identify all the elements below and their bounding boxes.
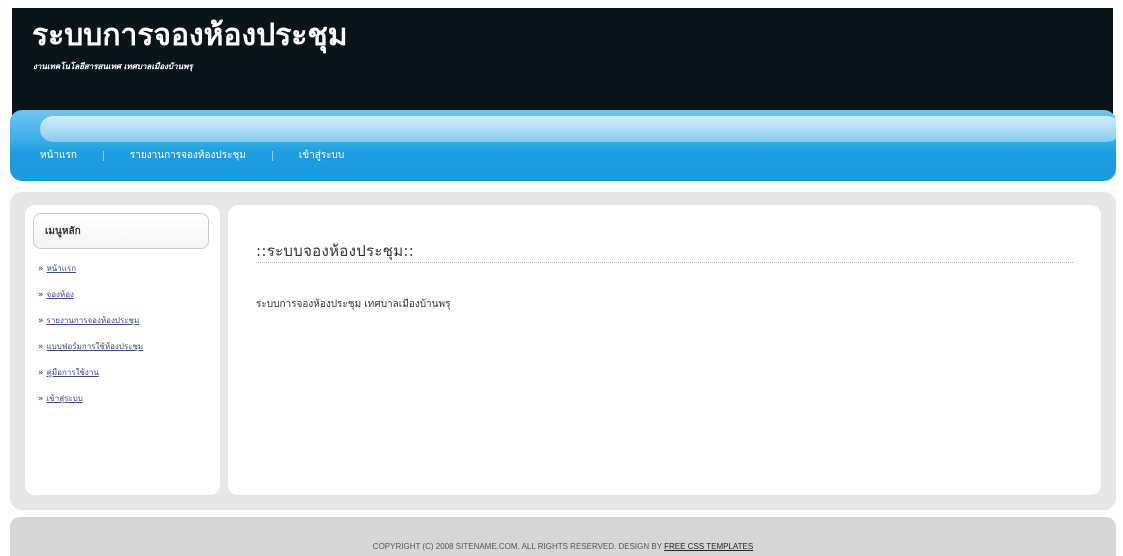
content-panel: ::ระบบจองห้องประชุม:: ระบบการจองห้องประช…	[228, 205, 1101, 495]
site-subtitle: งานเทคโนโลยีสารสนเทศ เทศบาลเมืองบ้านพรุ	[33, 62, 193, 71]
sidebar-heading: เมนูหลัก	[45, 226, 81, 237]
menu-gloss-highlight	[40, 116, 1116, 142]
menu-item-home[interactable]: หน้าแรก	[40, 148, 77, 163]
footer-copyright-text: COPYRIGHT (C) 2008 SITENAME.COM. ALL RIG…	[372, 542, 665, 551]
sidebar-item-login: » เข้าสู่ระบบ	[38, 393, 143, 419]
sidebar: เมนูหลัก » หน้าแรก » จองห้อง » รายงานการจอง…	[25, 205, 220, 495]
sidebar-link-home[interactable]: หน้าแรก	[47, 264, 77, 273]
sidebar-link-book-room[interactable]: จองห้อง	[47, 290, 74, 299]
sidebar-item-user-manual: » คู่มือการใช้งาน	[38, 367, 143, 393]
menu-separator	[271, 150, 273, 161]
title-divider	[256, 262, 1073, 263]
double-chevron-right-icon: »	[38, 290, 44, 300]
footer-copyright: COPYRIGHT (C) 2008 SITENAME.COM. ALL RIG…	[10, 542, 1116, 551]
sidebar-item-home: » หน้าแรก	[38, 263, 143, 289]
sidebar-item-book-room: » จองห้อง	[38, 289, 143, 315]
double-chevron-right-icon: »	[38, 394, 44, 404]
sidebar-link-login[interactable]: เข้าสู่ระบบ	[47, 394, 83, 403]
menu-item-login[interactable]: เข้าสู่ระบบ	[299, 148, 344, 163]
double-chevron-right-icon: »	[38, 342, 44, 352]
double-chevron-right-icon: »	[38, 368, 44, 378]
sidebar-item-room-form: » แบบฟอร์มการใช้ห้องประชุม	[38, 341, 143, 367]
sidebar-heading-box: เมนูหลัก	[33, 213, 209, 249]
sidebar-menu-list: » หน้าแรก » จองห้อง » รายงานการจองห้องประชุ…	[38, 263, 143, 419]
double-chevron-right-icon: »	[38, 264, 44, 274]
sidebar-link-booking-report[interactable]: รายงานการจองห้องประชุม	[47, 316, 140, 325]
content-title: ::ระบบจองห้องประชุม::	[256, 242, 415, 260]
page: ระบบการจองห้องประชุม งานเทคโนโลยีสารสนเท…	[0, 0, 1123, 556]
menu-separator	[102, 150, 104, 161]
footer-link-free-css-templates[interactable]: FREE CSS TEMPLATES	[664, 542, 753, 551]
footer: COPYRIGHT (C) 2008 SITENAME.COM. ALL RIG…	[10, 517, 1116, 556]
sidebar-link-user-manual[interactable]: คู่มือการใช้งาน	[47, 368, 99, 377]
top-menu-bar: หน้าแรก รายงานการจองห้องประชุม เข้าสู่ระ…	[10, 110, 1116, 181]
menu-item-booking-report[interactable]: รายงานการจองห้องประชุม	[130, 148, 246, 163]
content-text: ระบบการจองห้องประชุม เทศบาลเมืองบ้านพรุ	[256, 299, 451, 310]
site-title: ระบบการจองห้องประชุม	[32, 18, 348, 53]
sidebar-link-room-form[interactable]: แบบฟอร์มการใช้ห้องประชุม	[47, 342, 144, 351]
sidebar-item-booking-report: » รายงานการจองห้องประชุม	[38, 315, 143, 341]
top-menu-items: หน้าแรก รายงานการจองห้องประชุม เข้าสู่ระ…	[40, 148, 344, 163]
double-chevron-right-icon: »	[38, 316, 44, 326]
